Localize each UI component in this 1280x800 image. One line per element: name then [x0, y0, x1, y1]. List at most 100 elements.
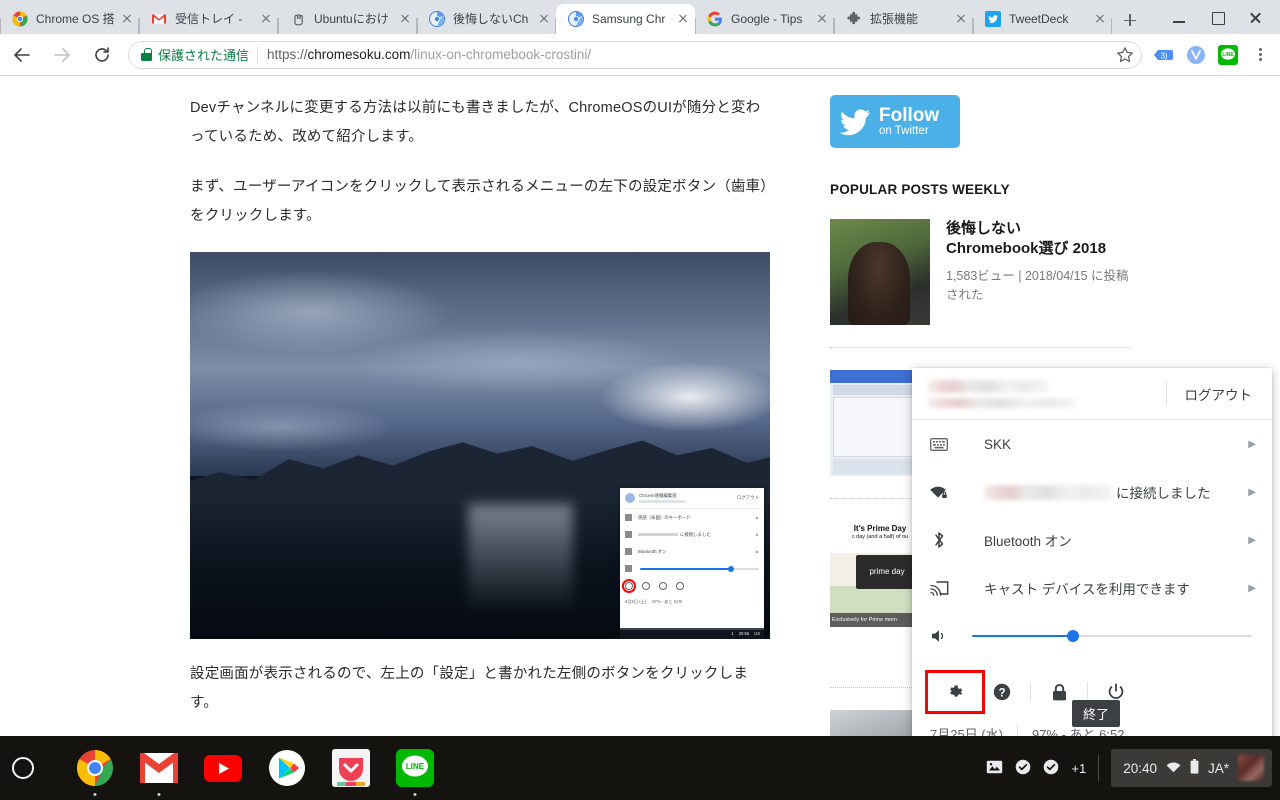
tab-close-icon[interactable]	[119, 11, 135, 27]
tray-row-ime[interactable]: SKK ▶	[912, 420, 1272, 468]
play-store-app-icon[interactable]	[268, 749, 306, 787]
line-app-icon[interactable]: LINE	[396, 749, 434, 796]
tab-1[interactable]: 受信トレイ -	[139, 4, 278, 34]
nested-row-label: Bluetooth オン	[638, 548, 667, 554]
tab-close-icon[interactable]	[1092, 11, 1108, 27]
nested-shelf-num: 1	[731, 631, 734, 636]
help-icon[interactable]: ?	[982, 675, 1022, 709]
popular-post-0[interactable]: 後悔しない Chromebook選び 2018 1,583ビュー | 2018/…	[830, 197, 1130, 325]
logout-button[interactable]: ログアウト	[1185, 384, 1257, 404]
chromesoku-icon	[568, 11, 584, 27]
tray-row-bluetooth[interactable]: Bluetooth オン ▶	[912, 516, 1272, 564]
tab-0[interactable]: Chrome OS 搭	[0, 4, 139, 34]
window-maximize-button[interactable]	[1198, 2, 1236, 32]
status-area[interactable]: +1 20:40 JA*	[986, 749, 1280, 787]
tab-close-icon[interactable]	[397, 11, 413, 27]
tray-ime-label: SKK	[984, 436, 1012, 452]
tab-title: Ubuntuにおけ	[314, 12, 389, 26]
volume-slider-knob[interactable]	[1066, 630, 1079, 642]
nested-volume-icon	[625, 565, 632, 572]
post-title-line1: 後悔しない	[946, 220, 1022, 237]
chevron-right-icon[interactable]: ▶	[1248, 487, 1256, 498]
tab-2[interactable]: Ubuntuにおけ	[278, 4, 417, 34]
chrome-app-icon[interactable]	[76, 749, 114, 796]
tab-close-icon[interactable]	[675, 11, 691, 27]
system-tray-button[interactable]: 20:40 JA*	[1111, 749, 1272, 787]
chromeos-shelf: LINE +1 20:40 JA*	[0, 736, 1280, 800]
screenshot-icon[interactable]	[986, 760, 1003, 777]
check-icon[interactable]	[1043, 759, 1059, 778]
chevron-right-icon[interactable]: ▶	[1248, 535, 1256, 546]
gmail-icon	[151, 11, 167, 27]
back-button[interactable]	[4, 37, 40, 73]
chrome-menu-icon[interactable]	[1246, 41, 1274, 69]
window-close-button[interactable]	[1236, 2, 1274, 32]
screen-root: Chrome OS 搭 受信トレイ - Ubuntuにおけ 後悔しないCh Sa…	[0, 0, 1280, 800]
volume-slider[interactable]	[972, 630, 1252, 642]
tab-7[interactable]: TweetDeck	[973, 4, 1112, 34]
tab-close-icon[interactable]	[814, 11, 830, 27]
window-minimize-button[interactable]	[1160, 2, 1198, 32]
tray-user-row[interactable]: ログアウト	[912, 368, 1272, 420]
line-extension-icon[interactable]: LINE	[1214, 41, 1242, 69]
cast-icon	[928, 580, 950, 596]
gear-icon[interactable]	[925, 670, 985, 714]
tab-title: TweetDeck	[1009, 12, 1069, 26]
tab-title: Chrome OS 搭	[36, 12, 115, 26]
omnibox[interactable]: 保護された通信 https://chromesoku.com/linux-on-…	[128, 40, 1142, 69]
follow-line1: Follow	[879, 104, 940, 126]
tab-close-icon[interactable]	[536, 11, 552, 27]
nested-tray-screenshot: Chrome速報編集部 ログアウト 英語（米国）のキーボード ▶ に接続しました	[620, 488, 764, 630]
check-icon[interactable]	[1015, 759, 1031, 778]
forward-button[interactable]	[44, 37, 80, 73]
youtube-app-icon[interactable]	[204, 749, 242, 787]
ssid-blur	[984, 484, 1112, 500]
url-scheme: https://	[267, 47, 308, 62]
tray-row-network[interactable]: に接続しました ▶	[912, 468, 1272, 516]
more-notifications-count[interactable]: +1	[1071, 761, 1086, 776]
nested-ssid-blur	[638, 532, 678, 537]
vivaldi-extension-icon[interactable]	[1182, 41, 1210, 69]
tab-close-icon[interactable]	[258, 11, 274, 27]
tab-close-icon[interactable]	[953, 11, 969, 27]
chevron-right-icon[interactable]: ▶	[1248, 583, 1256, 594]
prime-thumb-board: prime day	[856, 554, 918, 589]
volume-icon[interactable]	[928, 628, 950, 644]
tray-row-cast[interactable]: キャスト デバイスを利用できます ▶	[912, 564, 1272, 612]
nested-row-bluetooth: Bluetooth オン ▶	[620, 543, 764, 560]
reload-button[interactable]	[84, 37, 120, 73]
nested-row-label: 英語（米国）のキーボード	[638, 514, 691, 520]
system-tray-menu[interactable]: ログアウト SKK ▶ に接続しました ▶ Bluetooth オン ▶ キャス…	[912, 368, 1272, 744]
nested-user-row: Chrome速報編集部 ログアウト	[620, 488, 764, 509]
tray-volume-row[interactable]	[912, 612, 1272, 660]
nested-button-row	[620, 577, 764, 595]
svg-text:3): 3)	[1160, 51, 1167, 60]
pocket-app-icon[interactable]	[332, 749, 370, 787]
bookmark-star-icon[interactable]	[1111, 41, 1139, 69]
nested-help-icon	[642, 582, 650, 590]
extension-icon[interactable]: 3)	[1150, 41, 1178, 69]
launcher-icon[interactable]	[12, 757, 34, 779]
new-tab-button[interactable]	[1116, 6, 1144, 34]
nested-lock-icon	[659, 582, 667, 590]
status-divider	[1098, 755, 1100, 781]
ime-indicator: JA*	[1207, 760, 1229, 776]
post-meta: 1,583ビュー | 2018/04/15 に投稿された	[946, 268, 1129, 302]
nested-chevron-icon: ▶	[755, 549, 759, 554]
url-host: chromesoku.com	[307, 47, 411, 62]
nested-shelf-lang: US	[754, 631, 760, 636]
twitter-follow-button[interactable]: Follow on Twitter	[830, 95, 960, 148]
tab-6[interactable]: 拡張機能	[834, 4, 973, 34]
tray-user-email-blur	[928, 397, 1076, 408]
tab-4-active[interactable]: Samsung Chr	[556, 4, 695, 34]
volume-slider-fill	[972, 635, 1073, 637]
nested-user-name: Chrome速報編集部	[639, 492, 677, 498]
wifi-icon	[1166, 761, 1181, 776]
tab-3[interactable]: 後悔しないCh	[417, 4, 556, 34]
nested-chevron-icon: ▶	[755, 515, 759, 520]
chevron-right-icon[interactable]: ▶	[1248, 439, 1256, 450]
gmail-app-icon[interactable]	[140, 749, 178, 796]
tab-5[interactable]: Google - Tips	[695, 4, 834, 34]
nested-wifi-icon	[625, 531, 632, 538]
shelf-apps: LINE	[76, 749, 434, 796]
